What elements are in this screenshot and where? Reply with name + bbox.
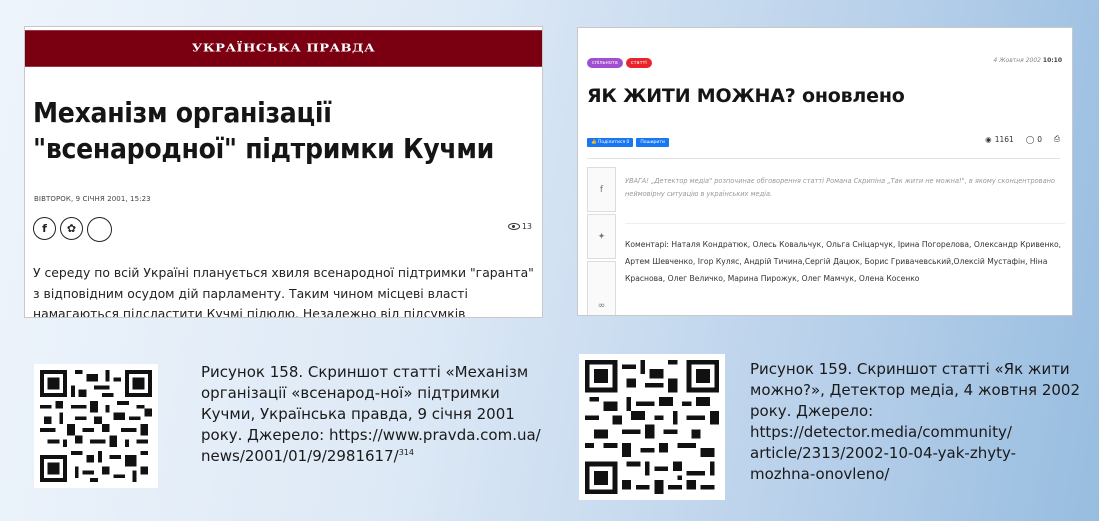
detector-media-screenshot: спільнота статті 4 Жовтня 2002 10:10 ЯК …	[577, 27, 1073, 316]
tag-articles[interactable]: статті	[625, 58, 652, 68]
fb-spread-button[interactable]: Поширити	[636, 138, 669, 147]
facebook-icon[interactable]: f	[587, 167, 616, 212]
qr-code-image	[585, 360, 719, 494]
divider	[587, 158, 1060, 159]
view-count: 13	[507, 222, 532, 231]
article-title: Механізм організації "всенародної" підтр…	[33, 96, 495, 165]
comments-list: Коментарі: Наталя Кондратюк, Олесь Ковал…	[625, 240, 1062, 284]
article-stats: ◉ 1161 ◯ 0 ⎙	[985, 134, 1060, 144]
figure-caption-159: Рисунок 159. Скриншот статті «Як жити мо…	[750, 360, 1081, 483]
share-icons: f ✿	[33, 217, 112, 242]
masthead: УКРАЇНСЬКА ПРАВДА	[25, 30, 542, 67]
facebook-icon[interactable]: f	[33, 217, 56, 240]
fb-share-button[interactable]: 👍 Поділитися 0	[587, 138, 634, 147]
article-title: ЯК ЖИТИ МОЖНА? оновлено	[587, 85, 905, 107]
article-date: ВІВТОРОК, 9 СІЧНЯ 2001, 15:23	[34, 195, 151, 203]
footnote-marker: 314	[398, 448, 414, 457]
pravda-screenshot: УКРАЇНСЬКА ПРАВДА Механізм організації "…	[24, 26, 543, 318]
comments-stat[interactable]: ◯ 0	[1026, 135, 1042, 144]
article-content: УВАГА! „Детектор медіа" розпочинає обгов…	[625, 175, 1065, 288]
eye-icon	[507, 223, 520, 230]
editor-note: УВАГА! „Детектор медіа" розпочинає обгов…	[625, 175, 1065, 224]
tags: спільнота статті	[587, 58, 652, 68]
social-sidebar: f ✦ ∞	[587, 167, 616, 315]
qr-code-pravda	[34, 364, 158, 488]
eye-icon: ◉	[985, 134, 992, 144]
print-icon[interactable]: ⎙	[1054, 134, 1060, 144]
tag-community[interactable]: спільнота	[587, 58, 623, 68]
views-stat: ◉ 1161	[985, 134, 1014, 144]
figure-caption-158: Рисунок 158. Скриншот статті «Механізм о…	[201, 363, 541, 465]
qr-code-image	[40, 370, 152, 482]
article-date: 4 Жовтня 2002 10:10	[993, 57, 1062, 64]
twitter-icon[interactable]: ✦	[587, 214, 616, 259]
comment-icon[interactable]	[87, 217, 112, 242]
article-body: У середу по всій Україні планується хвил…	[33, 265, 534, 318]
twitter-icon[interactable]: ✿	[60, 217, 83, 240]
facebook-buttons: 👍 Поділитися 0 Поширити	[587, 138, 669, 147]
link-icon[interactable]: ∞	[587, 261, 616, 315]
qr-code-detector	[579, 354, 725, 500]
comment-icon: ◯	[1025, 134, 1035, 144]
